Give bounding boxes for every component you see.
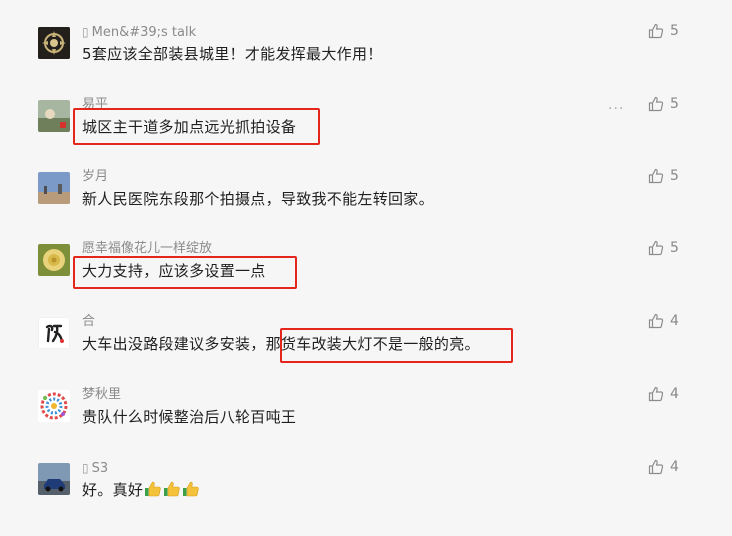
papercut-avatar-icon [38, 390, 70, 422]
thumbs-up-emoji-icon [145, 481, 161, 497]
thumbs-up-emoji-icon [164, 481, 180, 497]
comment-item: 梦秋里 贵队什么时候整治后八轮百吨王 4 [0, 386, 732, 463]
avatar[interactable] [38, 317, 70, 349]
car-avatar-icon [38, 463, 70, 495]
like-button[interactable]: 5 [648, 238, 688, 258]
avatar[interactable] [38, 463, 70, 495]
avatar[interactable] [38, 244, 70, 276]
comment-author[interactable]: 岁月 [82, 169, 108, 185]
thumbs-up-icon [648, 459, 664, 475]
avatar[interactable] [38, 390, 70, 422]
like-button[interactable]: 4 [648, 384, 688, 404]
comment-item: ▯ Men&#39;s talk 5套应该全部装县城里！才能发挥最大作用！ 5 [0, 23, 732, 100]
ornament-avatar-icon [38, 27, 70, 59]
more-options-icon[interactable]: ··· [608, 101, 624, 117]
comment-list: ▯ Men&#39;s talk 5套应该全部装县城里！才能发挥最大作用！ 5 易… [0, 0, 732, 517]
thumbs-up-icon [648, 313, 664, 329]
thumbs-up-icon [648, 386, 664, 402]
comment-item: 合 大车出没路段建议多安装，那货车改装大灯不是一般的亮。 4 [0, 313, 732, 390]
comment-author[interactable]: 愿幸福像花儿一样绽放 [82, 241, 212, 257]
thumbs-up-icon [648, 23, 664, 39]
like-button[interactable]: 4 [648, 311, 688, 331]
flower-avatar-icon [38, 244, 70, 276]
like-count: 4 [670, 459, 679, 475]
comment-item: ▯ S3 好。真好 4 [0, 459, 732, 536]
avatar[interactable] [38, 100, 70, 132]
like-button[interactable]: 4 [648, 457, 688, 477]
avatar[interactable] [38, 27, 70, 59]
comment-item: 愿幸福像花儿一样绽放 大力支持，应该多设置一点 5 [0, 240, 732, 317]
badge-icon: ▯ [82, 461, 89, 475]
comment-author[interactable]: 梦秋里 [82, 387, 121, 403]
avatar[interactable] [38, 172, 70, 204]
highlight-box [73, 108, 320, 145]
like-count: 5 [670, 96, 679, 112]
thumbs-up-icon [648, 240, 664, 256]
comment-author[interactable]: ▯ S3 [82, 460, 108, 477]
highlight-box [73, 256, 297, 289]
comment-text: 贵队什么时候整治后八轮百吨王 [82, 408, 297, 426]
comment-author[interactable]: ▯ Men&#39;s talk [82, 24, 196, 41]
thumbs-up-emoji-icon [183, 481, 199, 497]
like-count: 4 [670, 313, 679, 329]
thumbs-up-icon [648, 168, 664, 184]
like-button[interactable]: 5 [648, 21, 688, 41]
sky-avatar-icon [38, 172, 70, 204]
badge-icon: ▯ [82, 25, 89, 39]
comment-text: 5套应该全部装县城里！才能发挥最大作用！ [82, 45, 383, 63]
calligraphy-avatar-icon [38, 317, 70, 349]
highlight-box [280, 328, 513, 363]
landscape-avatar-icon [38, 100, 70, 132]
thumbs-up-icon [648, 96, 664, 112]
like-count: 5 [670, 240, 679, 256]
comment-text: 新人民医院东段那个拍摄点，导致我不能左转回家。 [82, 190, 434, 208]
comment-item: 易平 ··· 城区主干道多加点远光抓拍设备 5 [0, 96, 732, 173]
like-count: 4 [670, 386, 679, 402]
like-button[interactable]: 5 [648, 94, 688, 114]
like-count: 5 [670, 23, 679, 39]
like-button[interactable]: 5 [648, 166, 688, 186]
comment-author[interactable]: 合 [82, 314, 95, 330]
comment-item: 岁月 新人民医院东段那个拍摄点，导致我不能左转回家。 5 [0, 168, 732, 245]
comment-text: 好。真好 [82, 480, 200, 500]
like-count: 5 [670, 168, 679, 184]
